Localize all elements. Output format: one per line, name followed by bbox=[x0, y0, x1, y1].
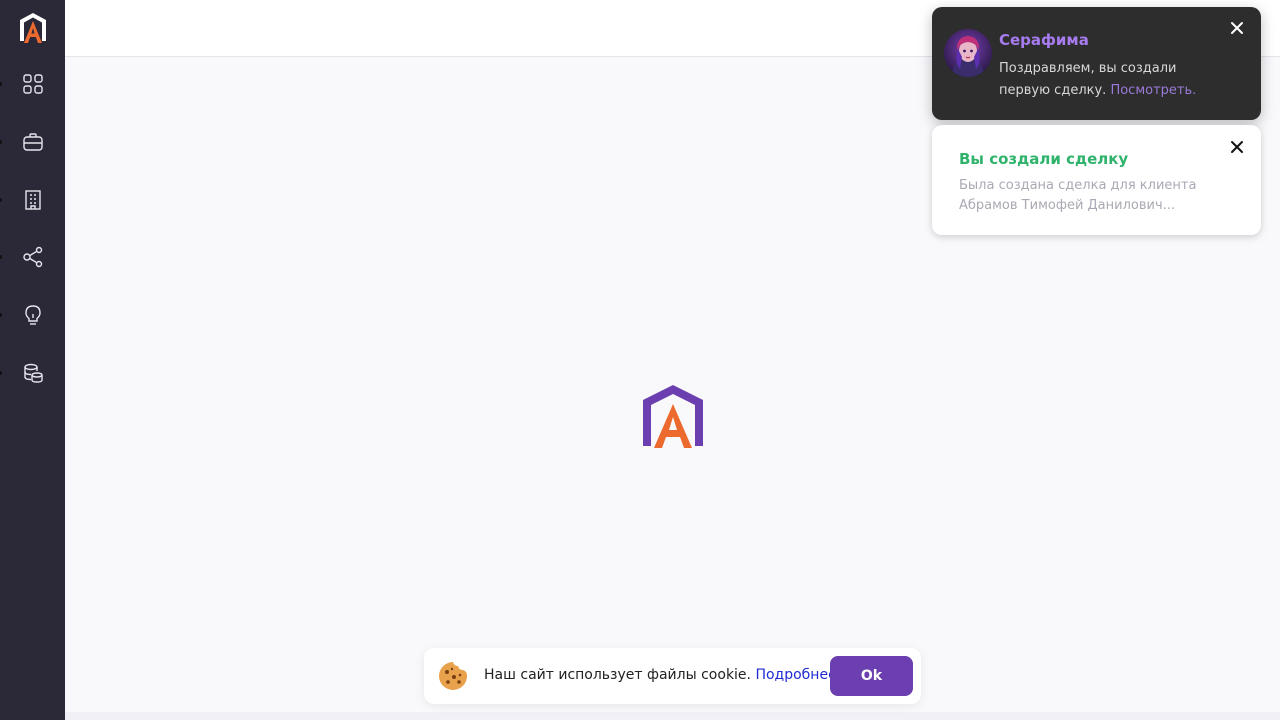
sidebar-item-network[interactable] bbox=[0, 237, 65, 277]
cookie-message: Наш сайт использует файлы cookie. bbox=[484, 667, 751, 683]
sidebar-item-finance[interactable] bbox=[0, 353, 65, 393]
loading-logo-icon bbox=[643, 385, 703, 448]
nav-indicator bbox=[0, 255, 2, 259]
assistant-notification: Серафима Поздравляем, вы создали первую … bbox=[932, 7, 1261, 120]
app-logo[interactable] bbox=[18, 12, 48, 44]
app-root: Серафима Поздравляем, вы создали первую … bbox=[0, 0, 1280, 720]
cookie-text: Наш сайт использует файлы cookie. Подроб… bbox=[484, 667, 837, 683]
close-icon[interactable] bbox=[1227, 137, 1247, 157]
cookie-more-link[interactable]: Подробнее bbox=[755, 667, 836, 683]
sidebar bbox=[0, 0, 65, 720]
deal-created-notification: Вы создали сделку Была создана сделка дл… bbox=[932, 125, 1261, 235]
sidebar-item-deals[interactable] bbox=[0, 122, 65, 162]
view-deal-link[interactable]: Посмотреть. bbox=[1110, 83, 1196, 98]
briefcase-icon bbox=[22, 133, 43, 151]
assistant-avatar bbox=[944, 29, 992, 77]
building-icon bbox=[24, 190, 41, 210]
notification-text: Поздравляем, вы создали первую сделку. П… bbox=[999, 58, 1209, 102]
bottom-strip bbox=[65, 712, 1280, 720]
lightbulb-icon bbox=[24, 305, 41, 325]
apps-grid-icon bbox=[22, 74, 43, 94]
sidebar-item-ideas[interactable] bbox=[0, 295, 65, 335]
nav-indicator bbox=[0, 140, 2, 144]
nav-indicator bbox=[0, 313, 2, 317]
notification-title: Вы создали сделку bbox=[959, 150, 1129, 168]
sidebar-item-dashboard[interactable] bbox=[0, 64, 65, 104]
sidebar-item-objects[interactable] bbox=[0, 180, 65, 220]
nav-indicator bbox=[0, 198, 2, 202]
cookie-icon bbox=[439, 662, 467, 690]
notification-text: Была создана сделка для клиента Абрамов … bbox=[959, 178, 1197, 213]
cookie-accept-button[interactable]: Ok bbox=[830, 656, 913, 696]
nav-indicator bbox=[0, 82, 2, 86]
nav-indicator bbox=[0, 371, 2, 375]
notification-title: Серафима bbox=[999, 31, 1089, 49]
close-icon[interactable] bbox=[1227, 18, 1247, 38]
cookie-banner: Наш сайт использует файлы cookie. Подроб… bbox=[424, 648, 921, 704]
database-coins-icon bbox=[23, 363, 43, 383]
share-network-icon bbox=[22, 246, 42, 268]
